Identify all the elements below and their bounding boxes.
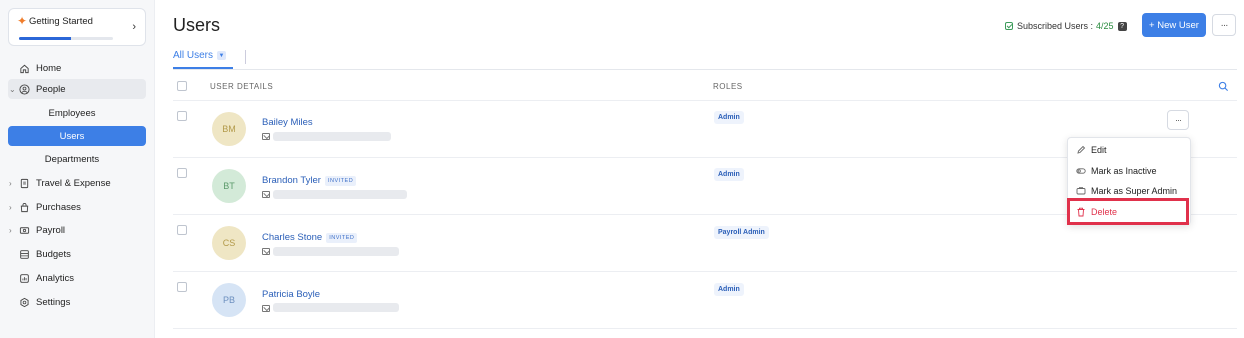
view-label: All Users: [173, 50, 214, 61]
search-icon[interactable]: [1218, 81, 1229, 94]
divider: [173, 328, 1237, 329]
user-name[interactable]: Brandon Tyler INVITED: [262, 175, 357, 186]
admin-icon: [1076, 186, 1086, 196]
delete-highlight-box: [1067, 198, 1189, 225]
role-badge: Admin: [714, 168, 744, 181]
row-checkbox[interactable]: [177, 111, 187, 121]
subscribed-users-info: Subscribed Users : 4/25 ?: [1005, 21, 1127, 31]
more-options-button[interactable]: ···: [1212, 14, 1236, 36]
menu-item-mark-super-admin[interactable]: Mark as Super Admin: [1076, 186, 1177, 196]
user-name[interactable]: Charles Stone INVITED: [262, 232, 358, 243]
avatar: BM: [212, 112, 246, 146]
chevron-right-icon[interactable]: ›: [132, 21, 136, 33]
chevron-right-icon: ›: [9, 202, 12, 212]
payroll-icon: [18, 224, 30, 236]
email-redacted: [273, 303, 399, 312]
user-name[interactable]: Bailey Miles: [262, 117, 313, 128]
new-user-button[interactable]: + New User: [1142, 13, 1206, 37]
column-header-user-details: USER DETAILS: [210, 82, 274, 91]
chevron-down-icon: ⌄: [9, 84, 16, 94]
divider: [173, 100, 1237, 101]
toggle-off-icon: [1076, 166, 1086, 176]
row-checkbox[interactable]: [177, 225, 187, 235]
avatar: BT: [212, 169, 246, 203]
user-name[interactable]: Patricia Boyle: [262, 289, 320, 300]
email-redacted: [273, 190, 407, 199]
receipt-icon: [18, 177, 30, 189]
row-more-button[interactable]: ···: [1167, 110, 1189, 130]
divider: [245, 50, 246, 64]
view-selector[interactable]: All Users ▼: [173, 50, 227, 61]
sidebar-item-settings[interactable]: Settings: [8, 292, 146, 312]
sidebar-item-home[interactable]: Home: [8, 58, 146, 78]
sidebar: ✦ Getting Started › Home ⌄ People Employ…: [0, 0, 155, 338]
mail-icon: [262, 133, 270, 140]
sidebar-item-users[interactable]: Users: [8, 126, 146, 146]
menu-item-mark-inactive[interactable]: Mark as Inactive: [1076, 166, 1157, 176]
user-name-text: Bailey Miles: [262, 117, 313, 128]
sparkle-icon: ✦: [17, 14, 28, 28]
divider: [173, 69, 1237, 70]
sidebar-item-employees[interactable]: Employees: [8, 103, 146, 123]
chevron-right-icon: ›: [9, 225, 12, 235]
subscribed-count: 4/25: [1096, 21, 1114, 31]
subscribed-label: Subscribed Users :: [1017, 21, 1094, 31]
avatar: PB: [212, 283, 246, 317]
row-checkbox[interactable]: [177, 168, 187, 178]
user-name-text: Charles Stone: [262, 232, 323, 243]
sidebar-item-payroll[interactable]: › Payroll: [8, 220, 146, 240]
getting-started-title: Getting Started: [29, 16, 93, 27]
row-checkbox[interactable]: [177, 282, 187, 292]
getting-started-card[interactable]: ✦ Getting Started ›: [8, 8, 146, 46]
sidebar-item-people[interactable]: ⌄ People: [8, 79, 146, 99]
menu-item-label: Edit: [1091, 145, 1107, 155]
column-header-roles: ROLES: [713, 82, 743, 91]
menu-item-label: Mark as Super Admin: [1091, 186, 1178, 196]
person-icon: [18, 83, 30, 95]
invited-badge: INVITED: [326, 232, 358, 243]
invited-badge: INVITED: [324, 175, 357, 186]
sidebar-item-budgets[interactable]: Budgets: [8, 244, 146, 264]
analytics-icon: [18, 272, 30, 284]
mail-icon: [262, 248, 270, 255]
user-name-text: Brandon Tyler: [262, 175, 321, 186]
role-badge: Admin: [714, 111, 744, 124]
chevron-right-icon: ›: [9, 178, 12, 188]
user-name-text: Patricia Boyle: [262, 289, 321, 300]
mail-icon: [262, 305, 270, 312]
select-all-checkbox[interactable]: [177, 81, 187, 91]
pencil-icon: [1076, 145, 1086, 155]
bag-icon: [18, 201, 30, 213]
check-icon: [1005, 22, 1013, 30]
sidebar-item-departments[interactable]: Departments: [8, 149, 146, 169]
budget-icon: [18, 248, 30, 260]
page-title: Users: [173, 15, 221, 35]
menu-item-label: Mark as Inactive: [1091, 166, 1157, 176]
sidebar-item-travel-expense[interactable]: › Travel & Expense: [8, 173, 146, 193]
sidebar-item-analytics[interactable]: Analytics: [8, 268, 146, 288]
role-badge: Payroll Admin: [714, 226, 769, 239]
email-redacted: [273, 247, 399, 256]
sidebar-item-purchases[interactable]: › Purchases: [8, 197, 146, 217]
avatar: CS: [212, 226, 246, 260]
chevron-down-icon: ▼: [217, 51, 227, 60]
menu-item-edit[interactable]: Edit: [1076, 145, 1107, 155]
email-redacted: [273, 132, 391, 141]
gear-icon: [18, 296, 30, 308]
home-icon: [18, 62, 30, 74]
help-icon[interactable]: ?: [1117, 21, 1127, 31]
getting-started-progress: [19, 37, 113, 40]
role-badge: Admin: [714, 283, 744, 296]
divider: [173, 271, 1237, 272]
mail-icon: [262, 191, 270, 198]
